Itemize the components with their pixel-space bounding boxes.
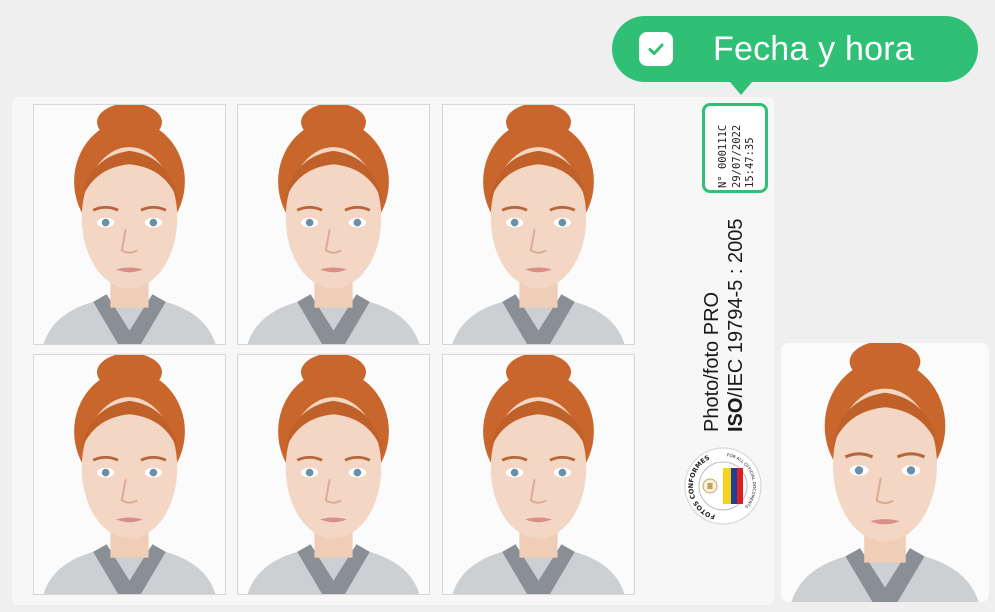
photo-pro-label: Photo/foto PRO bbox=[701, 291, 723, 432]
portrait-image bbox=[34, 105, 225, 344]
date-time-stamp: N° 000111C 29/07/2022 15:47:35 bbox=[702, 103, 768, 193]
passport-photo bbox=[237, 104, 430, 345]
portrait-image bbox=[781, 343, 989, 602]
stamp-text: N° 000111C 29/07/2022 15:47:35 bbox=[717, 104, 758, 188]
passport-photo bbox=[442, 104, 635, 345]
tooltip-label: Fecha y hora bbox=[713, 29, 914, 68]
passport-photo bbox=[237, 354, 430, 595]
stamp-date: 29/07/2022 bbox=[730, 124, 743, 188]
portrait-image bbox=[34, 355, 225, 594]
date-time-tooltip: Fecha y hora bbox=[612, 16, 978, 95]
iso-standard-label: Photo/foto PRO ISO/IEC 19794-5 : 2005 bbox=[700, 192, 748, 432]
iso-standard-text: ISO/IEC 19794-5 : 2005 bbox=[724, 192, 748, 432]
iso-bold-text: ISO bbox=[725, 397, 747, 432]
single-photo-preview bbox=[781, 343, 989, 602]
check-icon bbox=[639, 32, 673, 66]
portrait-image bbox=[238, 105, 429, 344]
official-seal-logo: FOTOS CONFORMES FOR ALL OFFICIAL DOCUMEN… bbox=[684, 447, 762, 525]
passport-photo bbox=[33, 104, 226, 345]
iso-standard-rest: /IEC 19794-5 : 2005 bbox=[725, 218, 747, 398]
portrait-image bbox=[443, 105, 634, 344]
passport-photo bbox=[442, 354, 635, 595]
portrait-image bbox=[238, 355, 429, 594]
portrait-image bbox=[443, 355, 634, 594]
stamp-number: N° 000111C bbox=[717, 124, 729, 188]
passport-photo bbox=[33, 354, 226, 595]
stamp-time: 15:47:35 bbox=[744, 137, 756, 188]
